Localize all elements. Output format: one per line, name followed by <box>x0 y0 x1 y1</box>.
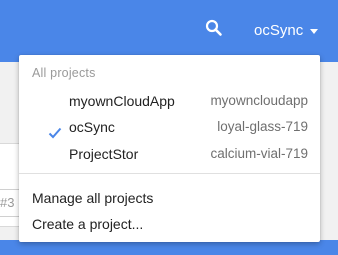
background-input-text: #3 <box>0 195 15 210</box>
check-icon <box>48 121 62 139</box>
project-id: calcium-vial-719 <box>210 146 308 161</box>
project-id: myowncloudapp <box>210 93 308 108</box>
search-icon[interactable] <box>205 19 223 37</box>
project-dropdown-menu: All projects myownCloudApp myowncloudapp… <box>19 55 320 242</box>
menu-divider <box>19 173 320 174</box>
project-item-myowncloudapp[interactable]: myownCloudApp myowncloudapp <box>19 88 320 114</box>
project-switcher-button[interactable]: ocSync <box>254 21 319 41</box>
project-name: ocSync <box>69 119 115 135</box>
top-app-bar: ocSync <box>0 0 338 62</box>
project-item-ocsync[interactable]: ocSync loyal-glass-719 <box>19 114 320 140</box>
create-project-link[interactable]: Create a project... <box>32 213 143 235</box>
caret-down-icon <box>310 28 319 34</box>
project-id: loyal-glass-719 <box>217 119 308 134</box>
dropdown-header: All projects <box>32 66 96 80</box>
project-name: myownCloudApp <box>69 93 175 109</box>
manage-all-projects-link[interactable]: Manage all projects <box>32 187 153 209</box>
project-item-projectstor[interactable]: ProjectStor calcium-vial-719 <box>19 141 320 167</box>
current-project-label: ocSync <box>254 22 304 39</box>
project-name: ProjectStor <box>69 146 139 162</box>
background-button[interactable] <box>0 240 338 255</box>
